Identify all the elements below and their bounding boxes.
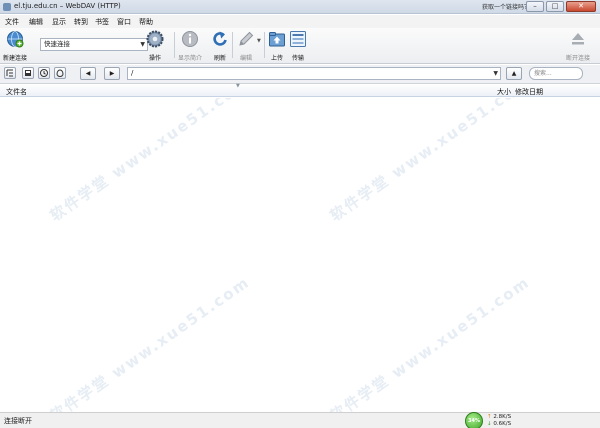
close-button[interactable]: ✕ bbox=[566, 1, 596, 12]
toolbar-separator bbox=[174, 32, 175, 58]
menu-window[interactable]: 窗口 bbox=[117, 17, 131, 27]
column-size[interactable]: 大小 bbox=[497, 87, 511, 97]
action-label: 操作 bbox=[148, 55, 161, 62]
path-select[interactable]: / ▼ bbox=[127, 67, 501, 80]
chevron-down-icon: ▼ bbox=[493, 70, 498, 77]
upload-speed-value: 2.8K/S bbox=[493, 414, 512, 420]
title-bar: el.tju.edu.cn – WebDAV (HTTP) 获取一个链接吗？ –… bbox=[0, 0, 600, 14]
column-filename[interactable]: 文件名 bbox=[6, 87, 27, 97]
info-icon bbox=[182, 31, 198, 47]
bonjour-icon bbox=[56, 69, 64, 78]
toolbar-separator bbox=[264, 32, 265, 58]
action-button[interactable]: 操作 bbox=[146, 30, 164, 62]
watermark: 软件学堂 www.xue51.com bbox=[326, 272, 534, 412]
menu-go[interactable]: 转到 bbox=[74, 17, 88, 27]
sort-indicator-icon: ▼ bbox=[236, 83, 240, 89]
bookmarks-view-button[interactable] bbox=[22, 67, 34, 79]
edit-label: 编辑 bbox=[239, 55, 252, 62]
chevron-down-icon: ▼ bbox=[140, 41, 145, 48]
disconnect-label: 断开连接 bbox=[566, 55, 591, 62]
bonjour-view-button[interactable] bbox=[54, 67, 66, 79]
connection-status: 连接断开 bbox=[4, 417, 32, 425]
title-hint: 获取一个链接吗？ bbox=[482, 4, 531, 11]
new-connection-label: 新建连接 bbox=[3, 55, 28, 62]
column-modified[interactable]: 修改日期 bbox=[515, 87, 543, 97]
pencil-icon bbox=[239, 31, 254, 46]
path-bar: ◀ ▶ / ▼ ▲ 搜索... bbox=[0, 65, 600, 84]
globe-icon bbox=[7, 31, 24, 48]
menu-bar: 文件 编辑 显示 转到 书签 窗口 帮助 bbox=[0, 15, 600, 28]
minimize-button[interactable]: – bbox=[526, 1, 544, 12]
window-title: el.tju.edu.cn – WebDAV (HTTP) bbox=[14, 2, 121, 10]
transfers-icon bbox=[290, 31, 306, 47]
menu-file[interactable]: 文件 bbox=[5, 17, 19, 27]
app-icon bbox=[3, 3, 11, 11]
network-usage-badge: 34% bbox=[465, 412, 483, 428]
network-monitor: 34% ↑ 2.8K/S ↓ 0.6K/S bbox=[465, 412, 523, 428]
arrow-down-icon: ↓ bbox=[487, 421, 492, 427]
path-value: / bbox=[131, 69, 134, 77]
search-input[interactable]: 搜索... bbox=[529, 67, 583, 80]
transfers-button[interactable]: 传输 bbox=[289, 30, 307, 62]
watermark: 软件学堂 www.xue51.com bbox=[46, 272, 254, 412]
toolbar: 新建连接 快速连接 ▼ 操作 显示简介 刷新 编辑 ▼ 上传 传输 断开连接 bbox=[0, 28, 600, 64]
upload-speed: ↑ 2.8K/S bbox=[487, 414, 511, 420]
browser-view-button[interactable] bbox=[4, 67, 16, 79]
maximize-button[interactable]: □ bbox=[546, 1, 564, 12]
watermark: 软件学堂 www.xue51.com bbox=[46, 98, 254, 225]
bookmark-icon bbox=[25, 70, 31, 76]
upload-icon bbox=[269, 32, 285, 47]
watermark: 软件学堂 www.xue51.com bbox=[326, 98, 534, 225]
file-list-header: 文件名 ▼ 大小 修改日期 bbox=[0, 83, 600, 97]
file-list[interactable]: 软件学堂 www.xue51.com 软件学堂 www.xue51.com 软件… bbox=[0, 98, 600, 412]
edit-dropdown-icon[interactable]: ▼ bbox=[257, 38, 261, 44]
menu-help[interactable]: 帮助 bbox=[139, 17, 153, 27]
clock-icon bbox=[40, 69, 48, 77]
download-speed-value: 0.6K/S bbox=[493, 421, 512, 427]
disconnect-button[interactable]: 断开连接 bbox=[566, 30, 590, 62]
refresh-label: 刷新 bbox=[213, 55, 226, 62]
toolbar-separator bbox=[232, 32, 233, 58]
quick-connect-value: 快速连接 bbox=[44, 40, 70, 48]
parent-directory-button[interactable]: ▲ bbox=[506, 67, 522, 80]
refresh-icon bbox=[213, 31, 227, 46]
download-speed: ↓ 0.6K/S bbox=[487, 421, 511, 427]
gear-icon bbox=[146, 30, 164, 48]
menu-edit[interactable]: 编辑 bbox=[29, 17, 43, 27]
info-label: 显示简介 bbox=[178, 55, 203, 62]
refresh-button[interactable]: 刷新 bbox=[211, 30, 229, 62]
status-bar: 连接断开 34% ↑ 2.8K/S ↓ 0.6K/S bbox=[0, 412, 600, 428]
edit-button[interactable]: 编辑 bbox=[237, 30, 255, 62]
forward-button[interactable]: ▶ bbox=[104, 67, 120, 80]
back-button[interactable]: ◀ bbox=[80, 67, 96, 80]
menu-bookmark[interactable]: 书签 bbox=[95, 17, 109, 27]
upload-button[interactable]: 上传 bbox=[268, 30, 286, 62]
new-connection-button[interactable]: 新建连接 bbox=[3, 30, 27, 62]
eject-icon bbox=[572, 33, 584, 45]
menu-view[interactable]: 显示 bbox=[52, 17, 66, 27]
quick-connect-select[interactable]: 快速连接 ▼ bbox=[40, 38, 148, 51]
tree-view-icon bbox=[6, 69, 13, 77]
arrow-up-icon: ↑ bbox=[487, 414, 492, 420]
history-view-button[interactable] bbox=[38, 67, 50, 79]
transfers-label: 传输 bbox=[291, 55, 304, 62]
upload-label: 上传 bbox=[270, 55, 283, 62]
info-button[interactable]: 显示简介 bbox=[178, 30, 202, 62]
